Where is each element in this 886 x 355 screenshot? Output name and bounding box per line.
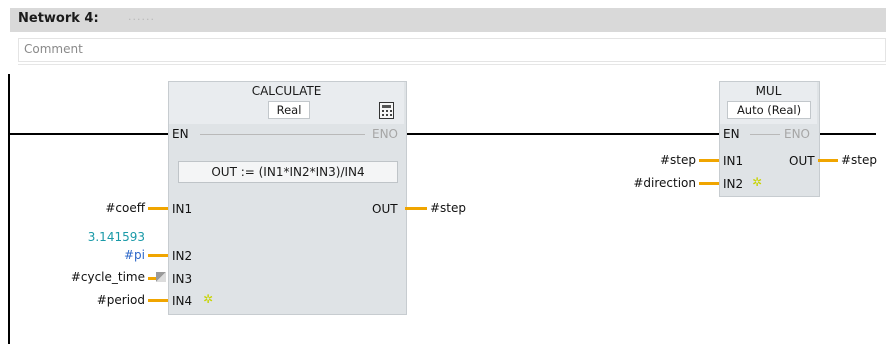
calculate-en-eno-line xyxy=(200,134,365,135)
mul-param-step-in[interactable]: #step xyxy=(600,153,696,167)
separator xyxy=(18,64,886,65)
calculate-in4-pin[interactable]: IN4 xyxy=(172,294,192,308)
calculate-en-pin[interactable]: EN xyxy=(172,127,189,141)
mul-in1-wire xyxy=(699,159,719,162)
mul-datatype-select[interactable]: Auto (Real) xyxy=(727,101,811,119)
calculate-datatype-select[interactable]: Real xyxy=(268,101,310,119)
in1-wire xyxy=(148,207,168,210)
mul-param-step-out[interactable]: #step xyxy=(841,153,877,167)
param-pi[interactable]: #pi xyxy=(40,248,145,262)
calculator-icon[interactable] xyxy=(379,102,394,119)
mul-out-wire xyxy=(818,159,838,162)
mul-eno-pin[interactable]: ENO xyxy=(784,127,810,141)
out-wire xyxy=(405,207,427,210)
calculate-in3-pin[interactable]: IN3 xyxy=(172,272,192,286)
conversion-marker-icon xyxy=(156,272,166,282)
param-cycle-time[interactable]: #cycle_time xyxy=(30,270,145,284)
power-line-right[interactable] xyxy=(818,133,876,135)
in3-wire xyxy=(148,277,156,280)
param-step-out[interactable]: #step xyxy=(430,201,466,215)
calculate-in1-pin[interactable]: IN1 xyxy=(172,202,192,216)
mul-in1-pin[interactable]: IN1 xyxy=(723,154,743,168)
constant-value[interactable]: 3.141593 xyxy=(40,230,145,244)
network-comment-field[interactable] xyxy=(18,38,886,62)
param-coeff[interactable]: #coeff xyxy=(40,201,145,215)
mul-in2-wire xyxy=(699,182,719,185)
power-line-middle[interactable] xyxy=(405,133,719,135)
mul-en-eno-line xyxy=(750,134,780,135)
calculate-out-pin[interactable]: OUT xyxy=(372,202,398,216)
power-line-left[interactable] xyxy=(10,133,168,135)
sparkle-icon[interactable]: ✲ xyxy=(752,175,762,189)
in2-wire xyxy=(148,254,168,257)
network-comment-text[interactable]: Comment xyxy=(24,42,83,56)
sparkle-icon[interactable]: ✲ xyxy=(203,292,213,306)
calculate-in2-pin[interactable]: IN2 xyxy=(172,249,192,263)
network-title[interactable]: Network 4: xyxy=(18,11,99,26)
network-title-placeholder[interactable]: ...... xyxy=(128,10,155,23)
calculate-eno-pin[interactable]: ENO xyxy=(372,127,398,141)
mul-in2-pin[interactable]: IN2 xyxy=(723,177,743,191)
calculate-expression-field[interactable]: OUT := (IN1*IN2*IN3)/IN4 xyxy=(178,161,398,183)
calculate-title: CALCULATE xyxy=(251,84,322,98)
power-rail xyxy=(8,74,10,344)
mul-title: MUL xyxy=(755,84,782,98)
in4-wire xyxy=(148,299,168,302)
param-period[interactable]: #period xyxy=(40,293,145,307)
mul-param-direction[interactable]: #direction xyxy=(590,176,696,190)
mul-out-pin[interactable]: OUT xyxy=(789,154,815,168)
mul-en-pin[interactable]: EN xyxy=(723,127,740,141)
